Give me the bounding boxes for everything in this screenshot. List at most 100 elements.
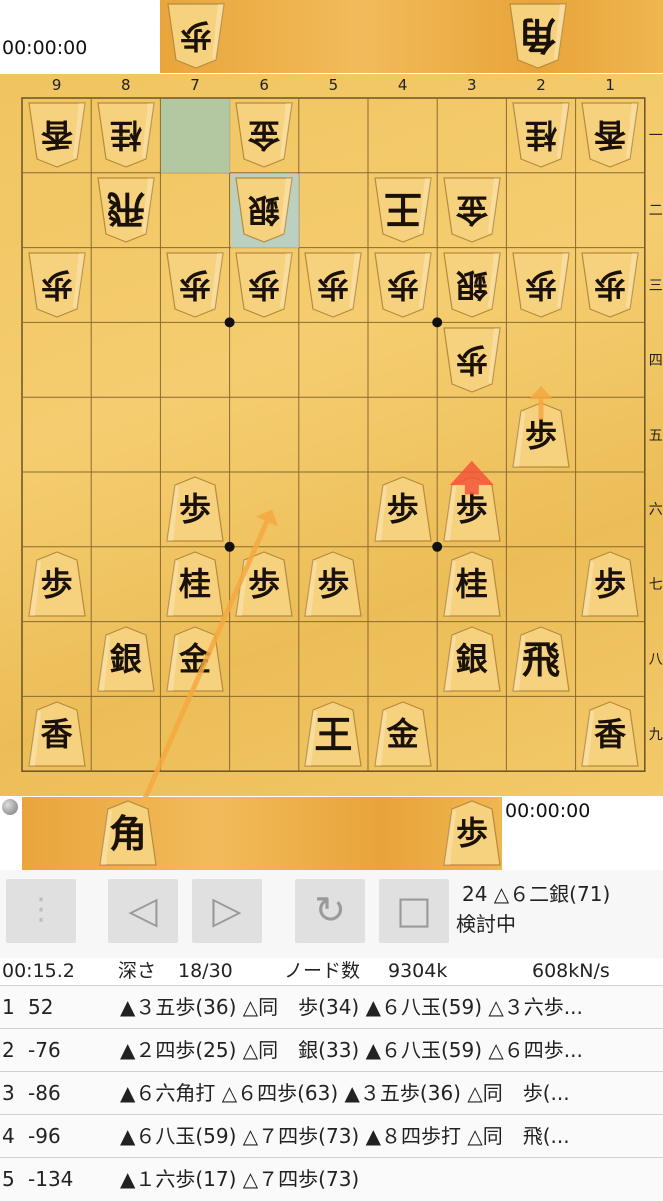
sente-hand-pawn[interactable]: 歩 [442, 799, 502, 867]
sente-piece[interactable]: 香 [27, 700, 87, 768]
last-move-text: 24 △６二銀(71) [462, 882, 611, 906]
gote-piece[interactable]: 金 [234, 101, 294, 169]
gote-piece[interactable]: 飛 [96, 176, 156, 244]
pv-rank: 5 [2, 1167, 15, 1191]
gote-timer: 00:00:00 [2, 37, 88, 59]
pv-rank: 2 [2, 1038, 15, 1062]
nodes-value: 9304k [388, 960, 448, 982]
gote-hand-bishop[interactable]: 角 [508, 2, 568, 70]
menu-button[interactable]: ⋮ [6, 879, 76, 943]
gote-piece[interactable]: 歩 [511, 251, 571, 319]
elapsed-time: 00:15.2 [2, 960, 75, 982]
sente-hand-bishop[interactable]: 角 [98, 799, 158, 867]
piece-label: 金 [178, 640, 211, 678]
piece-label: 桂 [455, 565, 488, 604]
piece-label: 王 [383, 187, 422, 233]
piece-label: 歩 [594, 565, 627, 604]
rotate-icon: ↻ [314, 888, 346, 932]
piece-label: 銀 [455, 266, 488, 304]
rotate-board-button[interactable]: ↻ [295, 879, 365, 943]
piece-label: 歩 [525, 266, 558, 304]
next-move-button[interactable]: ▷ [192, 879, 262, 943]
piece-label: 銀 [248, 191, 281, 230]
prev-icon: ◁ [128, 888, 158, 932]
piece-label: 歩 [40, 565, 73, 604]
sente-timer: 00:00:00 [505, 800, 591, 822]
pv-row[interactable]: 1 52 ▲３五歩(36) △同 歩(34) ▲６八玉(59) △３六歩... [0, 985, 663, 1029]
stop-icon: □ [396, 888, 432, 932]
sente-piece[interactable]: 桂 [442, 550, 502, 618]
pv-row[interactable]: 2 -76 ▲２四歩(25) △同 銀(33) ▲６八玉(59) △６四歩... [0, 1028, 663, 1072]
gote-hand-pawn[interactable]: 歩 [166, 2, 226, 70]
piece-label: 歩 [179, 266, 212, 304]
star-point [432, 541, 443, 552]
gote-piece[interactable]: 香 [580, 101, 640, 169]
star-point [432, 317, 443, 328]
sente-piece-stand: 角歩 [22, 797, 502, 870]
gote-piece[interactable]: 王 [373, 176, 433, 244]
pv-line: ▲２四歩(25) △同 銀(33) ▲６八玉(59) △６四歩... [120, 1038, 583, 1062]
gote-piece[interactable]: 銀 [234, 176, 294, 244]
pv-score: -134 [28, 1167, 74, 1191]
engine-status: 00:15.2 深さ 18/30 ノード数 9304k 608kN/s [0, 958, 663, 984]
gote-piece[interactable]: 歩 [165, 251, 225, 319]
gote-piece[interactable]: 歩 [303, 251, 363, 319]
sente-piece[interactable]: 歩 [373, 475, 433, 543]
pv-row[interactable]: 3 -86 ▲６六角打 △６四歩(63) ▲３五歩(36) △同 歩(... [0, 1071, 663, 1115]
piece-label: 歩 [524, 415, 557, 454]
piece-label: 香 [40, 714, 73, 753]
pv-score: -86 [28, 1081, 61, 1105]
pv-row[interactable]: 5 -134 ▲１六歩(17) △７四歩(73) [0, 1157, 663, 1201]
sente-piece[interactable]: 飛 [511, 625, 571, 693]
piece-label: 歩 [180, 17, 213, 55]
sente-piece[interactable]: 歩 [234, 550, 294, 618]
gote-piece[interactable]: 桂 [511, 101, 571, 169]
sente-piece[interactable]: 歩 [27, 550, 87, 618]
gote-piece[interactable]: 金 [442, 176, 502, 244]
sente-piece[interactable]: 金 [165, 625, 225, 693]
piece-label: 香 [594, 714, 627, 753]
sente-piece[interactable]: 歩 [442, 475, 502, 543]
pv-score: -76 [28, 1038, 61, 1062]
gote-piece[interactable]: 歩 [373, 251, 433, 319]
gote-piece[interactable]: 香 [27, 101, 87, 169]
gote-piece[interactable]: 歩 [580, 251, 640, 319]
pv-row[interactable]: 4 -96 ▲６八玉(59) △７四歩(73) ▲８四歩打 △同 飛(... [0, 1114, 663, 1158]
sente-piece[interactable]: 桂 [165, 550, 225, 618]
pv-line: ▲１六歩(17) △７四歩(73) [120, 1167, 360, 1191]
piece-label: 香 [594, 116, 627, 155]
nodes-label: ノード数 [284, 960, 361, 982]
sente-piece[interactable]: 歩 [580, 550, 640, 618]
piece-label: 王 [314, 711, 353, 757]
gote-piece[interactable]: 歩 [234, 251, 294, 319]
gote-piece[interactable]: 歩 [27, 251, 87, 319]
sente-piece[interactable]: 歩 [303, 550, 363, 618]
turn-indicator [0, 797, 20, 817]
piece-label: 歩 [386, 490, 419, 529]
depth-value: 18/30 [178, 960, 233, 982]
sente-piece[interactable]: 王 [303, 700, 363, 768]
shogi-board[interactable]: 987654321一二三四五六七八九 香桂金桂香飛銀王金歩歩歩歩歩銀歩歩歩歩歩歩… [0, 74, 663, 805]
sente-piece[interactable]: 銀 [442, 625, 502, 693]
pv-rank: 4 [2, 1124, 15, 1148]
sente-piece[interactable]: 銀 [96, 625, 156, 693]
sente-piece[interactable]: 香 [580, 700, 640, 768]
stop-button[interactable]: □ [379, 879, 449, 943]
control-bar: ⋮ ◁ ▷ ↻ □ 24 △６二銀(71) 検討中 [0, 870, 663, 958]
gote-piece[interactable]: 桂 [96, 101, 156, 169]
sente-piece[interactable]: 金 [373, 700, 433, 768]
piece-label: 歩 [178, 490, 211, 529]
speed-value: 608kN/s [532, 960, 610, 982]
piece-label: 香 [40, 116, 73, 155]
piece-label: 角 [519, 13, 558, 58]
prev-move-button[interactable]: ◁ [108, 879, 178, 943]
piece-label: 飛 [106, 187, 145, 233]
gote-piece[interactable]: 銀 [442, 251, 502, 319]
sente-piece[interactable]: 歩 [511, 401, 571, 469]
piece-label: 銀 [455, 640, 488, 678]
piece-label: 歩 [317, 266, 350, 304]
piece-label: 桂 [525, 116, 558, 155]
gote-piece[interactable]: 歩 [442, 326, 502, 394]
sente-piece[interactable]: 歩 [165, 475, 225, 543]
piece-label: 歩 [248, 565, 281, 604]
